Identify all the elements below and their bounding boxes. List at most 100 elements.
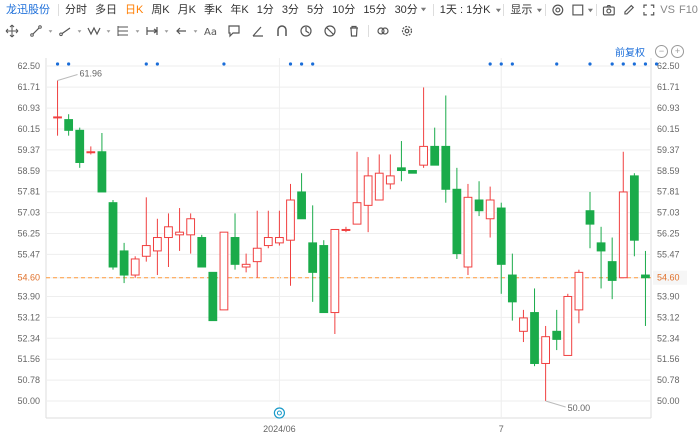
y-tick-label-right: 51.56 (657, 354, 680, 364)
y-tick-label-left: 53.90 (17, 291, 40, 301)
candle-body (374, 172, 384, 201)
magnet-icon[interactable] (275, 24, 289, 38)
fibonacci-icon[interactable] (116, 24, 130, 38)
range-icon[interactable] (145, 24, 159, 38)
y-tick-label-left: 55.47 (17, 249, 40, 259)
chevron-down-icon (106, 29, 111, 33)
checkbox-icon[interactable] (571, 3, 585, 17)
trash-icon[interactable] (347, 24, 361, 38)
event-dot-marker (55, 62, 60, 66)
event-dot-marker (610, 62, 614, 66)
event-dot-marker (288, 62, 293, 66)
arrow-left-icon[interactable] (174, 24, 188, 38)
stock-name[interactable]: 龙迅股份 (0, 0, 56, 20)
candle-body (563, 295, 573, 356)
period-tab-multiday[interactable]: 多日 (91, 0, 121, 20)
settings-icon[interactable] (551, 3, 565, 17)
candle-body (397, 167, 406, 172)
lock-icon[interactable] (299, 24, 313, 38)
y-tick-label-left: 50.00 (17, 396, 40, 406)
top-toolbar: 龙迅股份 分时 多日 日K 周K 月K 季K 年K 1分 3分 5分 10分 1… (0, 0, 700, 20)
max-price-label: 61.96 (80, 68, 103, 78)
candle-body (585, 210, 595, 225)
candlestick-chart[interactable]: 62.50 62.50 61.71 61.71 60.93 60.93 60.15 60.15… (0, 40, 700, 440)
camera-icon[interactable] (602, 3, 616, 17)
candle-body (507, 274, 517, 303)
hide-icon[interactable] (323, 24, 337, 38)
divider (545, 4, 547, 16)
max-annotation-line (57, 73, 78, 81)
gear-icon[interactable] (400, 24, 414, 38)
y-tick-label-left: 51.56 (17, 354, 40, 364)
comment-icon[interactable] (227, 24, 241, 38)
y-tick-label-right: 59.37 (657, 145, 680, 155)
wave-line-icon[interactable] (87, 24, 101, 38)
event-dot-marker (654, 62, 659, 66)
period-tab-1min[interactable]: 1分 (253, 0, 278, 20)
text-tool-icon[interactable]: Aa (203, 24, 217, 38)
display-toggle[interactable]: 显示 (506, 0, 536, 20)
period-tab-timeshare[interactable]: 分时 (61, 0, 91, 20)
range-select[interactable]: 1天 : 1分K (436, 0, 495, 20)
event-dot-marker (144, 62, 148, 66)
y-tick-label-left: 61.71 (17, 82, 40, 92)
period-30min-label: 30分 (394, 4, 418, 16)
chevron-down-icon (588, 8, 594, 12)
chevron-down-icon (193, 29, 198, 33)
link-icon[interactable] (376, 24, 390, 38)
period-tab-5min[interactable]: 5分 (303, 0, 328, 20)
event-marker-icon (273, 407, 285, 419)
move-icon[interactable] (5, 24, 19, 38)
candle-body (385, 175, 395, 185)
period-tab-daily-k[interactable]: 日K (121, 0, 147, 20)
candle-body (308, 242, 318, 273)
y-tick-label-right: 54.60 (657, 273, 680, 283)
period-tab-weekly-k[interactable]: 周K (147, 0, 173, 20)
fullscreen-icon[interactable] (642, 3, 656, 17)
candle-body (97, 151, 107, 193)
candle-body (263, 237, 273, 247)
y-tick-label-right: 60.15 (657, 124, 680, 134)
compare-vs-button[interactable]: VS (658, 0, 677, 20)
candle-body (175, 231, 184, 236)
y-tick-label-left: 62.50 (17, 61, 40, 71)
y-tick-label-left: 56.25 (17, 229, 40, 239)
candle-body (452, 188, 462, 255)
chevron-down-icon (420, 7, 426, 12)
period-tab-monthly-k[interactable]: 月K (174, 0, 200, 20)
candle-body (541, 336, 551, 364)
candle-body (208, 271, 218, 322)
period-tab-quarterly-k[interactable]: 季K (200, 0, 226, 20)
candle-body (141, 245, 151, 257)
y-tick-label-right: 58.59 (657, 166, 680, 176)
x-tick-label: 2024/06 (263, 424, 296, 434)
pencil-icon[interactable] (622, 3, 636, 17)
period-tab-30min[interactable]: 30分 (391, 0, 431, 20)
trend-line-icon[interactable] (29, 24, 43, 38)
event-dot-marker (67, 62, 71, 66)
f10-button[interactable]: F10 (677, 0, 700, 20)
chevron-down-icon (495, 8, 501, 12)
candle-body (197, 237, 207, 268)
ray-line-icon[interactable] (58, 24, 72, 38)
y-tick-label-left: 52.34 (17, 333, 40, 343)
event-dot-marker (621, 62, 625, 66)
candle-body (641, 274, 650, 279)
event-dot-marker (155, 62, 159, 66)
y-tick-label-left: 53.12 (17, 312, 40, 322)
min-price-label: 50.00 (568, 403, 591, 413)
event-dot-marker (643, 62, 648, 66)
candle-body (352, 202, 362, 225)
y-tick-label-left: 60.15 (17, 124, 40, 134)
period-tab-15min[interactable]: 15分 (359, 0, 390, 20)
divider (503, 4, 505, 16)
angle-icon[interactable] (251, 24, 265, 38)
period-tab-3min[interactable]: 3分 (278, 0, 303, 20)
divider (58, 4, 59, 16)
event-dot-marker (499, 62, 503, 66)
y-tick-label-left: 57.03 (17, 208, 40, 218)
period-tab-10min[interactable]: 10分 (328, 0, 359, 20)
y-tick-label-left: 50.78 (17, 375, 40, 385)
event-dot-marker (588, 62, 592, 66)
period-tab-yearly-k[interactable]: 年K (226, 0, 252, 20)
